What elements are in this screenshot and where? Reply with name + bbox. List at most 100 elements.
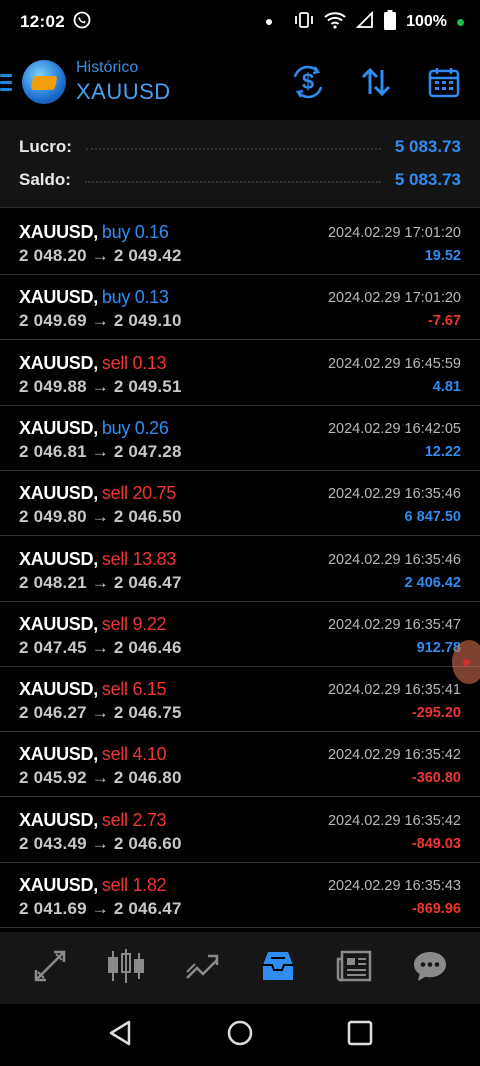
trade-row[interactable]: XAUUSD, sell 4.10 2 045.92 → 2 046.80 2024.…: [0, 732, 480, 798]
symbol-name: XAUUSD,: [19, 875, 98, 895]
symbol-name: XAUUSD,: [19, 679, 98, 700]
app-logo[interactable]: [22, 60, 66, 104]
status-bar: 12:02 100%: [0, 0, 480, 44]
trade-date: 2024.02.29 17:01:20: [327, 290, 461, 307]
trade-volume: 9.22: [132, 613, 167, 634]
trade-side-volume: sell 13.83: [102, 549, 176, 569]
trade-row[interactable]: XAUUSD, sell 20.75 2 049.80 → 2 046.50 2024…: [0, 471, 480, 537]
floating-bubble-button[interactable]: [452, 640, 480, 684]
trade-row[interactable]: XAUUSD, sell 2.73 2 043.49 → 2 046.60 2024.…: [0, 798, 480, 863]
bottom-tab-bar: [0, 932, 480, 1004]
leader-dots: [84, 181, 381, 183]
trade-date: 2024.02.29 16:35:42: [327, 747, 461, 764]
symbol-name: XAUUSD,: [19, 352, 98, 373]
tab-trade[interactable]: [178, 944, 226, 992]
trade-profit: -360.80: [411, 770, 461, 787]
trade-prices: 2 045.92 → 2 046.80: [19, 768, 182, 788]
trade-side: sell: [101, 809, 128, 830]
recents-button[interactable]: [340, 1015, 380, 1055]
summary-panel: Lucro: 5 083.73 Saldo: 5 083.73: [0, 120, 480, 208]
trade-date: 2024.02.29 17:01:20: [327, 225, 461, 241]
currency-exchange-icon[interactable]: $: [290, 64, 326, 100]
trade-side: sell: [101, 875, 128, 895]
notification-dot-icon: [266, 19, 273, 25]
trade-side: sell: [101, 679, 128, 700]
trade-symbol: XAUUSD, sell 20.75: [19, 483, 176, 504]
page-subtitle: Histórico: [76, 59, 139, 76]
symbol-name: XAUUSD,: [19, 287, 98, 308]
trade-row[interactable]: XAUUSD, sell 6.15 2 046.27 → 2 046.75 2024.…: [0, 667, 480, 733]
trade-symbol: XAUUSD, buy 0.13: [19, 287, 169, 308]
trade-side-volume: sell 20.75: [102, 483, 176, 503]
trade-symbol: XAUUSD, buy 0.16: [19, 222, 169, 243]
trade-side-volume: sell 9.22: [101, 613, 167, 634]
trade-symbol: XAUUSD, sell 4.10: [19, 744, 167, 765]
profit-label: Lucro:: [19, 137, 72, 156]
trade-row[interactable]: XAUUSD, sell 13.83 2 048.21 → 2 046.47 2024…: [0, 537, 480, 602]
tab-history[interactable]: [254, 944, 302, 992]
trade-profit: 4.81: [432, 378, 461, 395]
trade-side-volume: sell 1.82: [101, 875, 167, 895]
trade-side: sell: [101, 483, 128, 504]
trade-volume: 20.75: [132, 483, 176, 504]
symbol-name: XAUUSD,: [19, 613, 98, 634]
trade-profit: -869.96: [411, 901, 461, 917]
symbol-name: XAUUSD,: [19, 744, 98, 765]
profit-value: 5 083.73: [394, 137, 461, 156]
back-triangle-icon: [107, 1019, 133, 1052]
trade-profit: -849.03: [411, 835, 461, 852]
symbol-name: XAUUSD,: [19, 809, 98, 830]
trade-side-volume: buy 0.16: [102, 222, 169, 242]
trade-side: sell: [101, 613, 128, 634]
tab-chat[interactable]: [406, 944, 454, 992]
home-circle-icon: [226, 1019, 254, 1052]
trade-row[interactable]: XAUUSD, buy 0.26 2 046.81 → 2 047.28 2024.0…: [0, 406, 480, 471]
trade-prices: 2 047.45 → 2 046.46: [19, 637, 182, 657]
privacy-indicator-icon: [457, 18, 464, 26]
trade-profit: 19.52: [424, 248, 461, 264]
trade-row[interactable]: XAUUSD, sell 9.22 2 047.45 → 2 046.46 2024.…: [0, 602, 480, 667]
trade-side: sell: [101, 744, 128, 765]
trade-profit: 2 406.42: [404, 574, 461, 591]
trade-side: sell: [101, 548, 128, 569]
status-time: 12:02: [20, 12, 65, 31]
trade-symbol: XAUUSD, buy 0.26: [19, 418, 169, 439]
trade-prices: 2 041.69 → 2 046.47: [19, 899, 182, 918]
trade-date: 2024.02.29 16:35:43: [327, 878, 461, 894]
trade-volume: 4.10: [132, 744, 167, 765]
balance-label: Saldo:: [19, 170, 71, 189]
sort-icon[interactable]: [358, 64, 394, 100]
trade-side: buy: [101, 287, 131, 308]
trade-prices: 2 049.80 → 2 046.50: [19, 507, 182, 527]
tab-news[interactable]: [330, 944, 378, 992]
trade-volume: 13.83: [132, 548, 176, 569]
trade-row[interactable]: XAUUSD, sell 1.82 2 041.69 → 2 046.47 2024.…: [0, 863, 480, 928]
tab-quotes[interactable]: [26, 944, 74, 992]
back-button[interactable]: [100, 1015, 140, 1055]
trade-row[interactable]: XAUUSD, buy 0.13 2 049.69 → 2 049.10 2024.0…: [0, 275, 480, 341]
calendar-icon[interactable]: [426, 64, 462, 100]
trade-side-volume: sell 4.10: [101, 744, 167, 765]
trade-row[interactable]: XAUUSD, buy 0.16 2 048.20 → 2 049.42 2024.0…: [0, 210, 480, 275]
newspaper-icon: [336, 949, 372, 988]
trade-date: 2024.02.29 16:35:47: [327, 616, 461, 633]
whatsapp-icon: [73, 11, 91, 34]
wifi-icon: [324, 11, 346, 34]
balance-row: Saldo: 5 083.73: [19, 167, 461, 193]
trade-date: 2024.02.29 16:35:46: [327, 486, 461, 503]
trade-side-volume: sell 0.13: [102, 353, 167, 373]
trade-row[interactable]: XAUUSD, sell 0.13 2 049.88 → 2 049.51 2024.…: [0, 341, 480, 406]
chat-bubble-icon: [412, 949, 448, 988]
system-nav-bar: [0, 1004, 480, 1066]
trade-prices: 2 049.69 → 2 049.10: [19, 311, 182, 331]
trade-icon: [184, 948, 220, 989]
home-button[interactable]: [220, 1015, 260, 1055]
trade-volume: 2.73: [132, 809, 167, 830]
trade-symbol: XAUUSD, sell 2.73: [19, 809, 167, 831]
battery-percentage: 100%: [406, 13, 447, 30]
menu-icon[interactable]: [0, 73, 16, 91]
symbol-name: XAUUSD,: [19, 417, 98, 438]
battery-icon: [384, 9, 397, 35]
trade-symbol: XAUUSD, sell 6.15: [19, 679, 167, 700]
tab-chart[interactable]: [102, 944, 150, 992]
